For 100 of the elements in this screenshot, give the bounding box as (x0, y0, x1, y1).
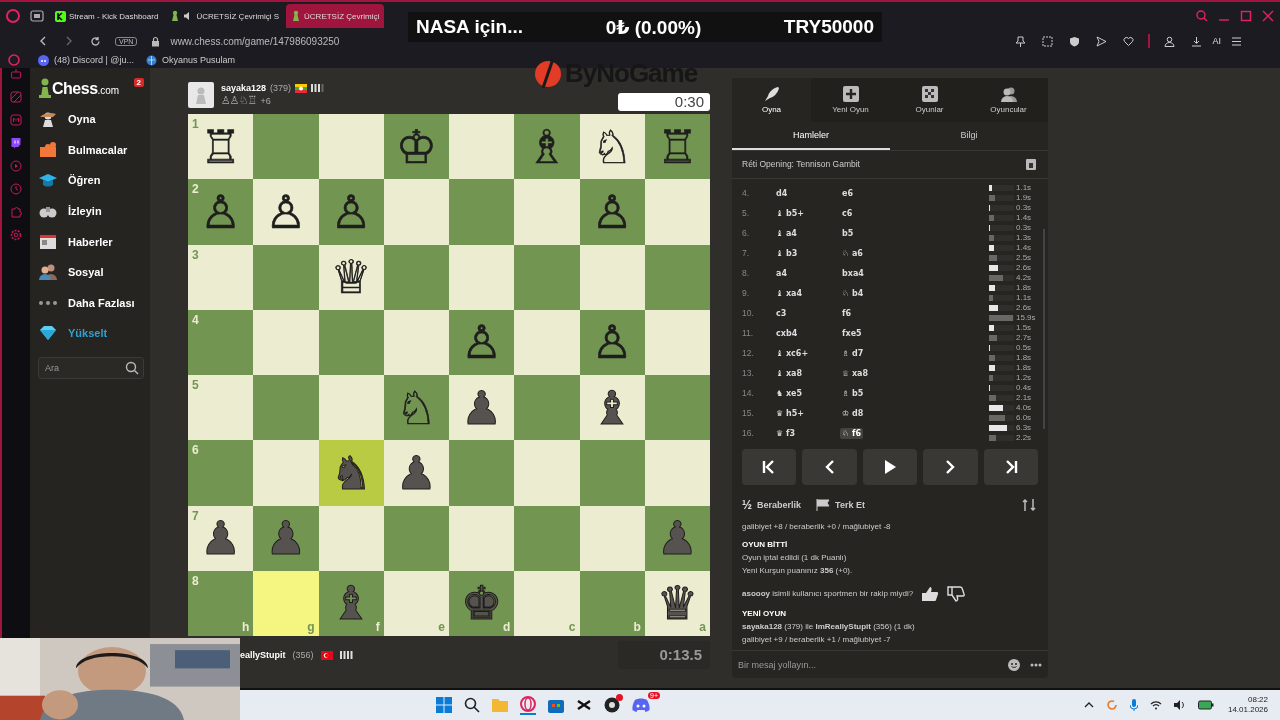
chess-piece[interactable]: ♙ (330, 188, 372, 235)
nav-item[interactable]: Öğren (68, 174, 101, 187)
move[interactable]: ♛ h5+ (774, 407, 806, 419)
close-icon[interactable] (1262, 10, 1274, 22)
gear-icon[interactable] (10, 229, 22, 241)
move[interactable]: ♝ xa4 (774, 287, 805, 299)
sync-icon[interactable] (1105, 699, 1118, 711)
emoji-icon[interactable] (1008, 658, 1020, 671)
capcut-icon[interactable] (576, 697, 592, 713)
board-square[interactable]: ♖ (644, 114, 710, 180)
nav-item[interactable]: Yükselt (68, 327, 108, 340)
flag-icon[interactable] (816, 499, 831, 512)
chess-piece[interactable]: ♟ (461, 384, 503, 431)
bookmark[interactable]: (48) Discord | @ju... (54, 55, 134, 65)
board-square[interactable] (318, 309, 384, 375)
bookmark[interactable]: Okyanus Pusulam (162, 55, 236, 65)
bot-icon[interactable] (10, 68, 22, 80)
move[interactable]: ♝ a4 (774, 227, 799, 239)
wifi-icon[interactable] (1149, 700, 1162, 710)
chess-piece[interactable]: ♝ (591, 384, 633, 431)
book-icon[interactable] (1026, 158, 1036, 170)
board-square[interactable] (579, 244, 645, 310)
chess-piece[interactable]: ♕ (330, 254, 372, 301)
board-square[interactable]: ♘ (579, 114, 645, 180)
board-square[interactable] (644, 309, 710, 375)
chat-input[interactable]: Bir mesaj yollayın... (738, 659, 998, 670)
opera-icon[interactable] (520, 695, 536, 715)
microphone-icon[interactable] (1129, 699, 1138, 711)
nav-item[interactable]: Oyna (68, 113, 96, 126)
panel-tab[interactable]: Oyuncular (969, 78, 1048, 122)
nav-item[interactable]: Sosyal (68, 266, 104, 279)
discord-icon[interactable] (38, 54, 49, 66)
nav-item[interactable]: İzleyin (68, 205, 102, 218)
address-field[interactable]: www.chess.com/game/147986093250 (170, 35, 340, 47)
board-square[interactable]: ♔ (383, 114, 449, 180)
move[interactable]: a4 (774, 267, 789, 279)
volume-icon[interactable] (1173, 700, 1186, 710)
recorder-icon[interactable] (604, 697, 620, 713)
chess-piece[interactable]: ♗ (526, 123, 568, 170)
messenger-icon[interactable] (10, 114, 22, 126)
chess-piece[interactable]: ♟ (395, 449, 437, 496)
move[interactable]: ♘ a6 (840, 247, 865, 259)
battery-icon[interactable] (1197, 700, 1214, 710)
move[interactable]: ♘ b4 (840, 287, 866, 299)
move[interactable]: cxb4 (774, 327, 800, 339)
heart-icon[interactable] (1123, 35, 1135, 47)
tab-overview-icon[interactable] (30, 10, 44, 22)
board-square[interactable]: ♝ (579, 375, 645, 441)
back-icon[interactable] (38, 36, 48, 46)
people-icon[interactable] (38, 262, 58, 283)
account-icon[interactable] (1164, 35, 1176, 47)
search-icon[interactable] (464, 697, 480, 713)
browser-tab[interactable]: Stream - Kick Dashboard (50, 4, 164, 28)
board-square[interactable]: ♗ (514, 114, 580, 180)
panel-subtab[interactable]: Hamleler (732, 121, 890, 151)
move[interactable]: c6 (840, 207, 855, 219)
board-square[interactable] (449, 244, 515, 310)
menu-icon[interactable] (1231, 35, 1242, 47)
resign-button[interactable]: Terk Et (835, 500, 865, 511)
move[interactable]: ♗ b5 (840, 387, 866, 399)
send-icon[interactable] (1096, 35, 1108, 47)
move[interactable]: ♝ xc6+ (774, 347, 811, 359)
first-move-button[interactable] (742, 448, 797, 485)
browser-tab[interactable]: ÜCRETSİZ Çevrimiçi S (165, 4, 285, 28)
last-move-button[interactable] (983, 448, 1039, 485)
system-time[interactable]: 08:22 (1248, 695, 1268, 705)
board-square[interactable]: ♙ (579, 179, 645, 245)
board-square[interactable] (318, 114, 384, 180)
player-name[interactable]: eallyStupit (240, 650, 286, 660)
board-square[interactable]: ♙ (579, 309, 645, 375)
puzzle-icon[interactable] (10, 206, 22, 218)
move[interactable]: ♘ f6 (840, 427, 863, 439)
logo-suffix[interactable]: .com (97, 85, 120, 98)
board-square[interactable] (644, 244, 710, 310)
ai-button[interactable]: AI (1212, 36, 1221, 46)
move[interactable]: ♗ d7 (840, 347, 866, 359)
opera-logo-icon[interactable] (8, 54, 20, 66)
chess-piece[interactable]: ♙ (591, 319, 633, 366)
half-icon[interactable]: ½ (742, 498, 752, 513)
pawn-icon[interactable] (38, 78, 52, 98)
browser-tab[interactable]: ÜCRETSİZ Çevrimiçi (286, 4, 385, 28)
nav-item[interactable]: Haberler (68, 235, 113, 248)
clock-icon[interactable] (10, 183, 22, 195)
flip-board-icon[interactable] (1022, 498, 1036, 513)
pattern-icon[interactable] (10, 91, 22, 103)
nav-item[interactable]: Bulmacalar (68, 143, 128, 156)
maximize-icon[interactable] (1240, 10, 1252, 22)
board-square[interactable] (449, 114, 515, 180)
notification-badge[interactable]: 2 (133, 78, 144, 87)
board-square[interactable] (383, 505, 449, 571)
chess-piece[interactable]: ♟ (200, 515, 242, 562)
reload-icon[interactable] (90, 35, 101, 47)
chess-piece[interactable]: ♘ (395, 384, 437, 431)
board-square[interactable] (383, 309, 449, 375)
search-field[interactable]: Ara (38, 356, 144, 379)
move[interactable]: ♝ xa8 (774, 367, 805, 379)
store-icon[interactable] (548, 697, 564, 713)
move[interactable]: ♛ f3 (774, 427, 797, 439)
download-icon[interactable] (1191, 35, 1203, 47)
move[interactable]: ♝ b3 (774, 247, 800, 259)
